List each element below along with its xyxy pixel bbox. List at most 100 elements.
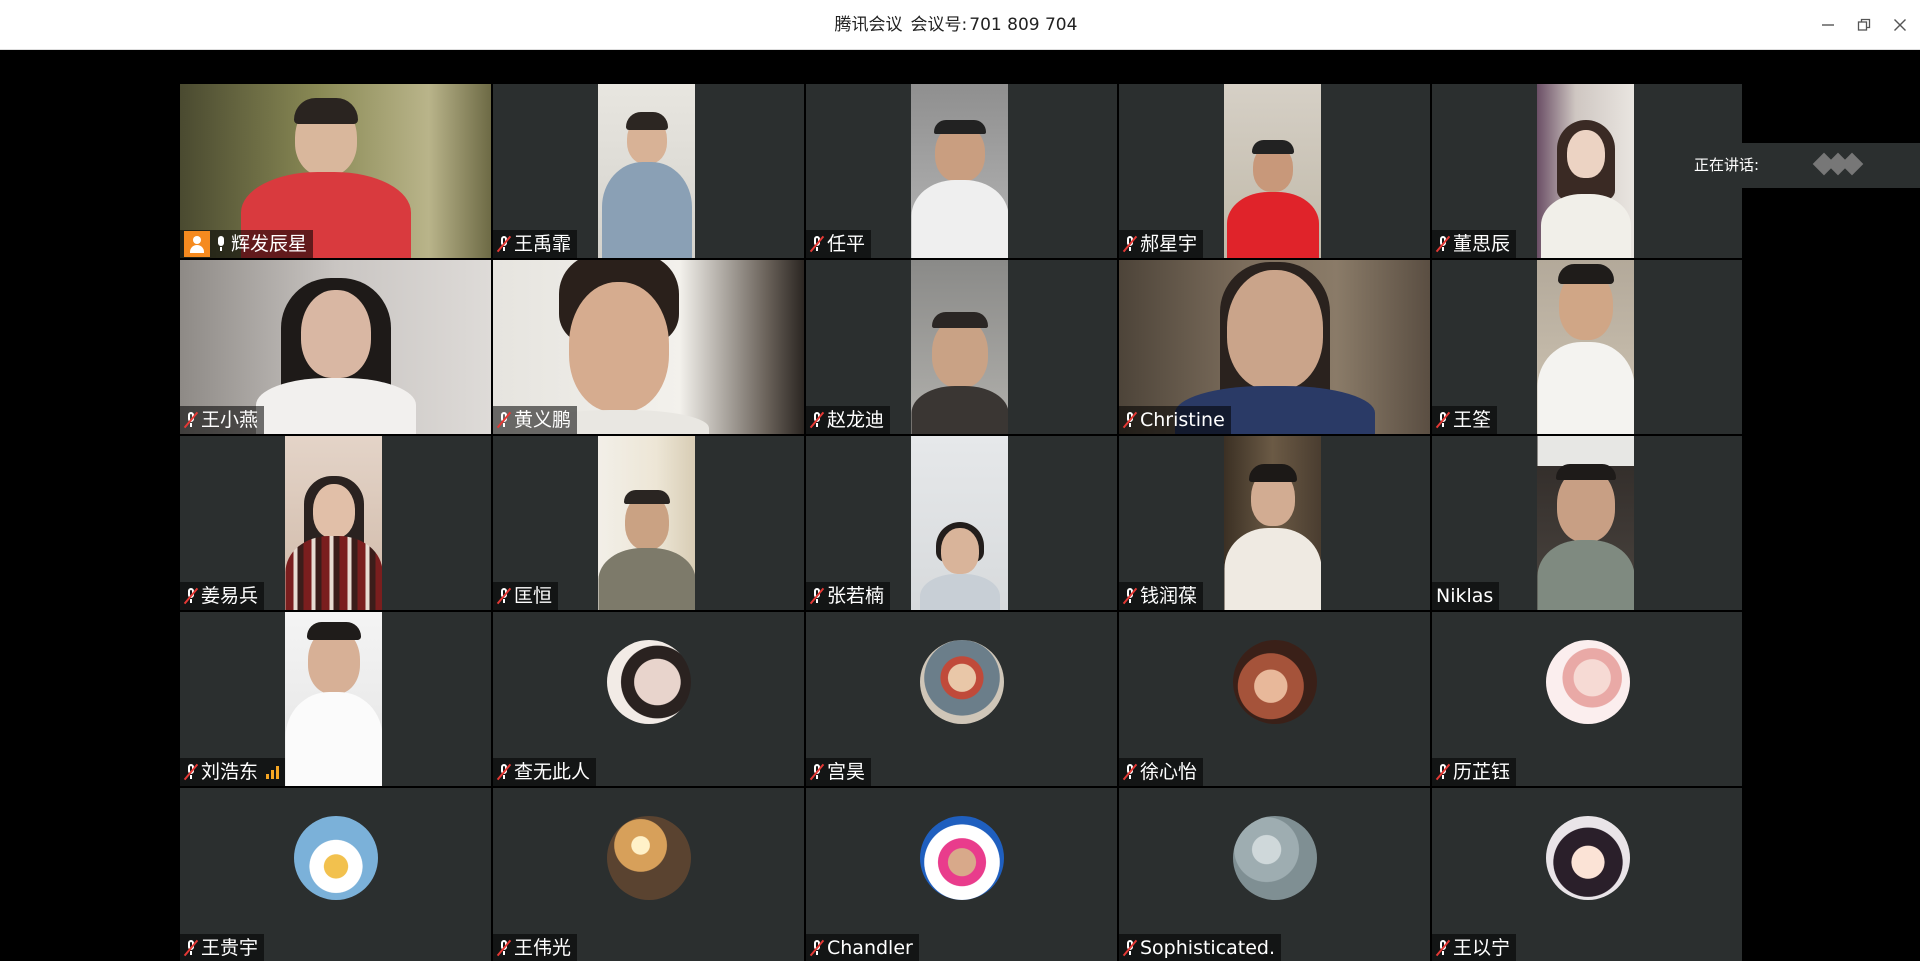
mic-muted-icon — [496, 763, 512, 781]
mic-muted-icon — [183, 763, 199, 781]
avatar-tile[interactable]: Chandler — [806, 788, 1117, 961]
avatar-tile[interactable]: 王贵宇 — [180, 788, 491, 961]
participant-name: Christine — [1140, 409, 1225, 431]
avatar-tile[interactable]: 徐心怡 — [1119, 612, 1430, 786]
participant-grid: 辉发辰星 王禹霏 任平 郝星宇 董思辰 王小燕 黄义鹏 赵龙迪 Christin… — [180, 84, 1742, 961]
avatar-tile[interactable]: 王伟光 — [493, 788, 804, 961]
avatar-tile[interactable]: 历芷钰 — [1432, 612, 1742, 786]
mic-muted-icon — [809, 939, 825, 957]
participant-name: 黄义鹏 — [514, 409, 572, 431]
participant-name: 郝星宇 — [1140, 233, 1198, 255]
participant-name: 徐心怡 — [1140, 761, 1198, 783]
participant-nametag: 辉发辰星 — [180, 230, 314, 258]
participant-nametag: 历芷钰 — [1432, 758, 1517, 786]
microphone-icon — [214, 235, 228, 253]
meeting-id: 701 809 704 — [969, 15, 1078, 35]
participant-nametag: 董思辰 — [1432, 230, 1517, 258]
participant-name: 姜易兵 — [201, 585, 259, 607]
participant-name: 董思辰 — [1453, 233, 1511, 255]
video-tile[interactable]: 王小燕 — [180, 260, 491, 434]
participant-name: Sophisticated. — [1140, 937, 1276, 959]
participant-nametag: 徐心怡 — [1119, 758, 1204, 786]
avatar-tile[interactable]: 宫昊 — [806, 612, 1117, 786]
mic-muted-icon — [1122, 235, 1138, 253]
video-tile[interactable]: 张若楠 — [806, 436, 1117, 610]
mic-muted-icon — [183, 939, 199, 957]
speaking-indicator: 正在讲话: — [1680, 143, 1920, 188]
avatar — [606, 640, 691, 724]
participant-name: 钱润葆 — [1140, 585, 1198, 607]
video-feed — [285, 612, 382, 786]
video-tile[interactable]: 郝星宇 — [1119, 84, 1430, 258]
close-icon[interactable] — [1884, 9, 1916, 41]
video-feed — [1224, 84, 1321, 258]
video-tile[interactable]: 匡恒 — [493, 436, 804, 610]
video-tile[interactable]: 黄义鹏 — [493, 260, 804, 434]
video-feed — [911, 84, 1008, 258]
mic-muted-icon — [1122, 939, 1138, 957]
participant-name: 王小燕 — [201, 409, 259, 431]
participant-nametag: 黄义鹏 — [493, 406, 578, 434]
participant-nametag: 姜易兵 — [180, 582, 265, 610]
mic-muted-icon — [1122, 763, 1138, 781]
participant-name: 赵龙迪 — [827, 409, 885, 431]
video-feed — [598, 436, 695, 610]
participant-nametag: 赵龙迪 — [806, 406, 891, 434]
video-feed — [1537, 260, 1634, 434]
video-feed — [911, 436, 1008, 610]
avatar — [606, 816, 691, 900]
participant-nametag: 王禹霏 — [493, 230, 578, 258]
video-tile[interactable]: 王筌 — [1432, 260, 1742, 434]
mic-muted-icon — [1435, 411, 1451, 429]
avatar-tile[interactable]: 查无此人 — [493, 612, 804, 786]
meeting-id-label: 会议号: — [910, 15, 968, 35]
minimize-icon[interactable] — [1812, 9, 1844, 41]
network-signal-icon — [266, 765, 280, 779]
participant-name: 王伟光 — [514, 937, 572, 959]
participant-name: 任平 — [827, 233, 866, 255]
avatar-tile[interactable]: Sophisticated. — [1119, 788, 1430, 961]
participant-name: 查无此人 — [514, 761, 591, 783]
video-tile[interactable]: 任平 — [806, 84, 1117, 258]
mic-muted-icon — [496, 939, 512, 957]
participant-nametag: 张若楠 — [806, 582, 891, 610]
participant-name: 历芷钰 — [1453, 761, 1511, 783]
avatar — [1545, 640, 1630, 724]
avatar — [919, 816, 1004, 900]
participant-nametag: 王贵宇 — [180, 934, 265, 961]
video-feed — [285, 436, 382, 610]
participant-name: 匡恒 — [514, 585, 553, 607]
participant-nametag: 钱润葆 — [1119, 582, 1204, 610]
mic-muted-icon — [1435, 763, 1451, 781]
participant-nametag: Sophisticated. — [1119, 934, 1282, 961]
avatar — [919, 640, 1004, 724]
participant-name: 刘浩东 — [201, 761, 259, 783]
video-tile[interactable]: Niklas — [1432, 436, 1742, 610]
participant-name: Chandler — [827, 937, 913, 959]
video-feed — [1537, 436, 1634, 610]
video-tile[interactable]: 刘浩东 — [180, 612, 491, 786]
mic-muted-icon — [496, 411, 512, 429]
speaking-label: 正在讲话: — [1694, 156, 1760, 174]
participant-nametag: 宫昊 — [806, 758, 872, 786]
video-tile[interactable]: 辉发辰星 — [180, 84, 491, 258]
mic-muted-icon — [183, 411, 199, 429]
participant-nametag: 王小燕 — [180, 406, 265, 434]
video-tile[interactable]: Christine — [1119, 260, 1430, 434]
video-feed — [911, 260, 1008, 434]
restore-icon[interactable] — [1848, 9, 1880, 41]
participant-name: Niklas — [1436, 585, 1494, 607]
video-tile[interactable]: 姜易兵 — [180, 436, 491, 610]
participant-name: 王贵宇 — [201, 937, 259, 959]
avatar — [1232, 816, 1317, 900]
avatar-tile[interactable]: 王以宁 — [1432, 788, 1742, 961]
participant-name: 宫昊 — [827, 761, 866, 783]
mic-muted-icon — [809, 587, 825, 605]
mic-muted-icon — [809, 235, 825, 253]
avatar — [293, 816, 378, 900]
video-tile[interactable]: 钱润葆 — [1119, 436, 1430, 610]
mic-muted-icon — [1122, 587, 1138, 605]
participant-nametag: Christine — [1119, 406, 1231, 434]
video-tile[interactable]: 赵龙迪 — [806, 260, 1117, 434]
video-tile[interactable]: 王禹霏 — [493, 84, 804, 258]
